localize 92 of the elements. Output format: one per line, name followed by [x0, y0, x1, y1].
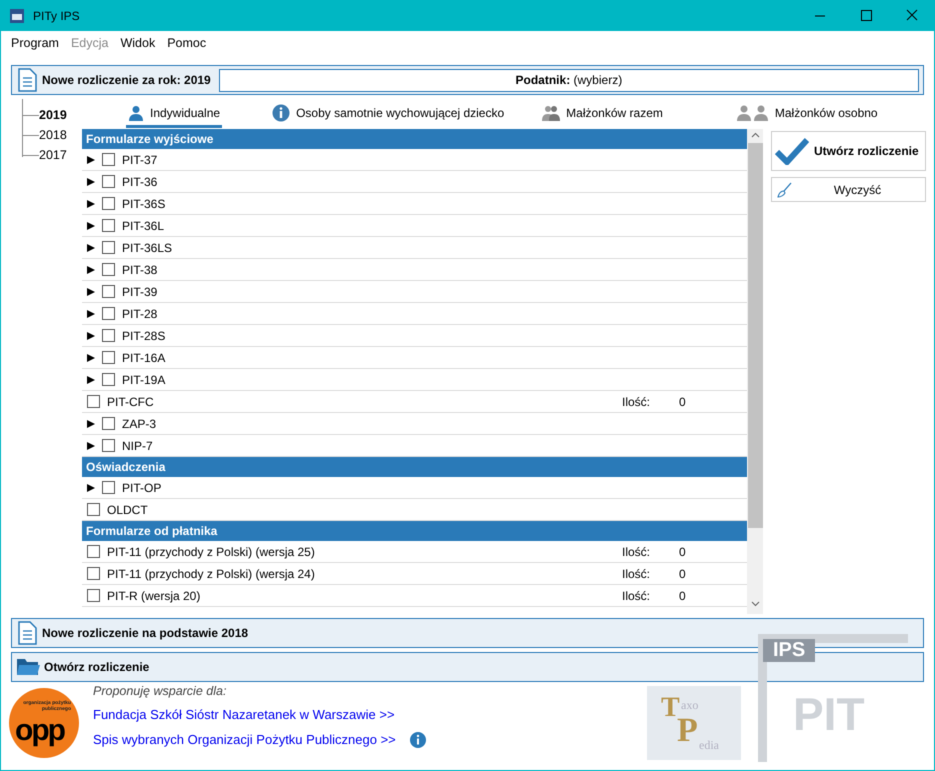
info-icon[interactable] [410, 732, 426, 748]
support-heading: Proponuję wsparcie dla: [93, 684, 228, 700]
tab[interactable]: Osoby samotnie wychowującej dziecko [270, 100, 506, 128]
form-label: PIT-R (wersja 20) [107, 588, 200, 602]
document-icon [16, 621, 38, 645]
checkbox[interactable] [87, 545, 100, 558]
form-label: PIT-37 [122, 152, 158, 166]
person-icon [128, 104, 144, 120]
create-return-button[interactable]: Utwórz rozliczenie [771, 131, 926, 171]
broom-icon [776, 182, 794, 198]
form-label: PIT-36L [122, 218, 164, 232]
checkmark-icon [775, 137, 809, 165]
panel-title: Nowe rozliczenie za rok: 2019 [42, 73, 211, 87]
folder-icon [16, 657, 40, 677]
checkbox[interactable] [102, 307, 115, 320]
expand-arrow-icon[interactable] [87, 376, 95, 384]
checkbox[interactable] [102, 373, 115, 386]
checkbox[interactable] [102, 241, 115, 254]
expand-arrow-icon[interactable] [87, 310, 95, 318]
window-title: PITy IPS [33, 8, 81, 22]
form-label: PIT-OP [122, 480, 162, 494]
form-label: PIT-11 (przychody z Polski) (wersja 24) [107, 566, 315, 580]
checkbox[interactable] [102, 153, 115, 166]
expand-arrow-icon[interactable] [87, 266, 95, 274]
checkbox[interactable] [87, 567, 100, 580]
checkbox[interactable] [102, 351, 115, 364]
section-header: Formularze od płatnika [82, 521, 747, 541]
checkbox[interactable] [87, 395, 100, 408]
year-item[interactable]: 2017 [39, 148, 67, 162]
form-label: PIT-36S [122, 196, 166, 210]
form-label: PIT-19A [122, 372, 166, 386]
expand-arrow-icon[interactable] [87, 442, 95, 450]
checkbox[interactable] [102, 175, 115, 188]
tab[interactable]: Małżonków razem [540, 100, 665, 128]
menu-item[interactable]: Program [5, 36, 65, 56]
form-label: PIT-36 [122, 174, 158, 188]
taxpayer-field[interactable]: Podatnik: (wybierz) [218, 68, 919, 92]
menu-item[interactable]: Widok [114, 36, 162, 56]
expand-arrow-icon[interactable] [87, 288, 95, 296]
clear-button[interactable]: Wyczyść [771, 177, 926, 202]
expand-arrow-icon[interactable] [87, 200, 95, 208]
section-header: Oświadczenia [82, 457, 747, 477]
expand-arrow-icon[interactable] [87, 420, 95, 428]
form-label: PIT-28S [122, 328, 166, 342]
form-label: NIP-7 [122, 438, 153, 452]
checkbox[interactable] [102, 439, 115, 452]
quantity-value: 0 [679, 588, 686, 602]
form-label: ZAP-3 [122, 416, 156, 430]
expand-arrow-icon[interactable] [87, 222, 95, 230]
checkbox[interactable] [102, 329, 115, 342]
form-label: PIT-28 [122, 306, 158, 320]
checkbox[interactable] [102, 263, 115, 276]
quantity-label: Ilość: [622, 544, 650, 558]
expand-arrow-icon[interactable] [87, 178, 95, 186]
quantity-value: 0 [679, 566, 686, 580]
checkbox[interactable] [87, 503, 100, 516]
expand-arrow-icon[interactable] [87, 156, 95, 164]
section-header: Formularze wyjściowe [82, 129, 747, 149]
organization-link[interactable]: Spis wybranych Organizacji Pożytku Publicznego >> [93, 732, 396, 747]
form-label: PIT-CFC [107, 394, 154, 408]
checkbox[interactable] [102, 219, 115, 232]
expand-arrow-icon[interactable] [87, 484, 95, 492]
app-icon [9, 8, 25, 24]
document-icon [16, 68, 38, 92]
two-people-icon [542, 104, 560, 120]
expand-arrow-icon[interactable] [87, 354, 95, 362]
quantity-label: Ilość: [622, 394, 650, 408]
checkbox[interactable] [102, 285, 115, 298]
year-item[interactable]: 2018 [39, 128, 67, 142]
two-people-icon [736, 104, 769, 120]
quantity-label: Ilość: [622, 566, 650, 580]
organization-link[interactable]: Fundacja Szkół Sióstr Nazaretanek w Warszawie >> [93, 707, 395, 722]
form-label: OLDCT [107, 502, 148, 516]
form-label: PIT-16A [122, 350, 166, 364]
expand-arrow-icon[interactable] [87, 244, 95, 252]
quantity-value: 0 [679, 394, 686, 408]
year-item[interactable]: 2019 [39, 108, 67, 122]
form-label: PIT-39 [122, 284, 158, 298]
expand-arrow-icon[interactable] [87, 332, 95, 340]
scrollbar[interactable] [747, 129, 763, 614]
form-label: PIT-38 [122, 262, 158, 276]
form-label: PIT-11 (przychody z Polski) (wersja 25) [107, 544, 315, 558]
form-label: PIT-36LS [122, 240, 172, 254]
checkbox[interactable] [87, 589, 100, 602]
checkbox[interactable] [102, 417, 115, 430]
checkbox[interactable] [102, 481, 115, 494]
tab[interactable]: Małżonków osobno [734, 100, 880, 128]
menu-item[interactable]: Pomoc [161, 36, 212, 56]
quantity-label: Ilość: [622, 588, 650, 602]
checkbox[interactable] [102, 197, 115, 210]
info-icon [272, 104, 290, 122]
quantity-value: 0 [679, 544, 686, 558]
